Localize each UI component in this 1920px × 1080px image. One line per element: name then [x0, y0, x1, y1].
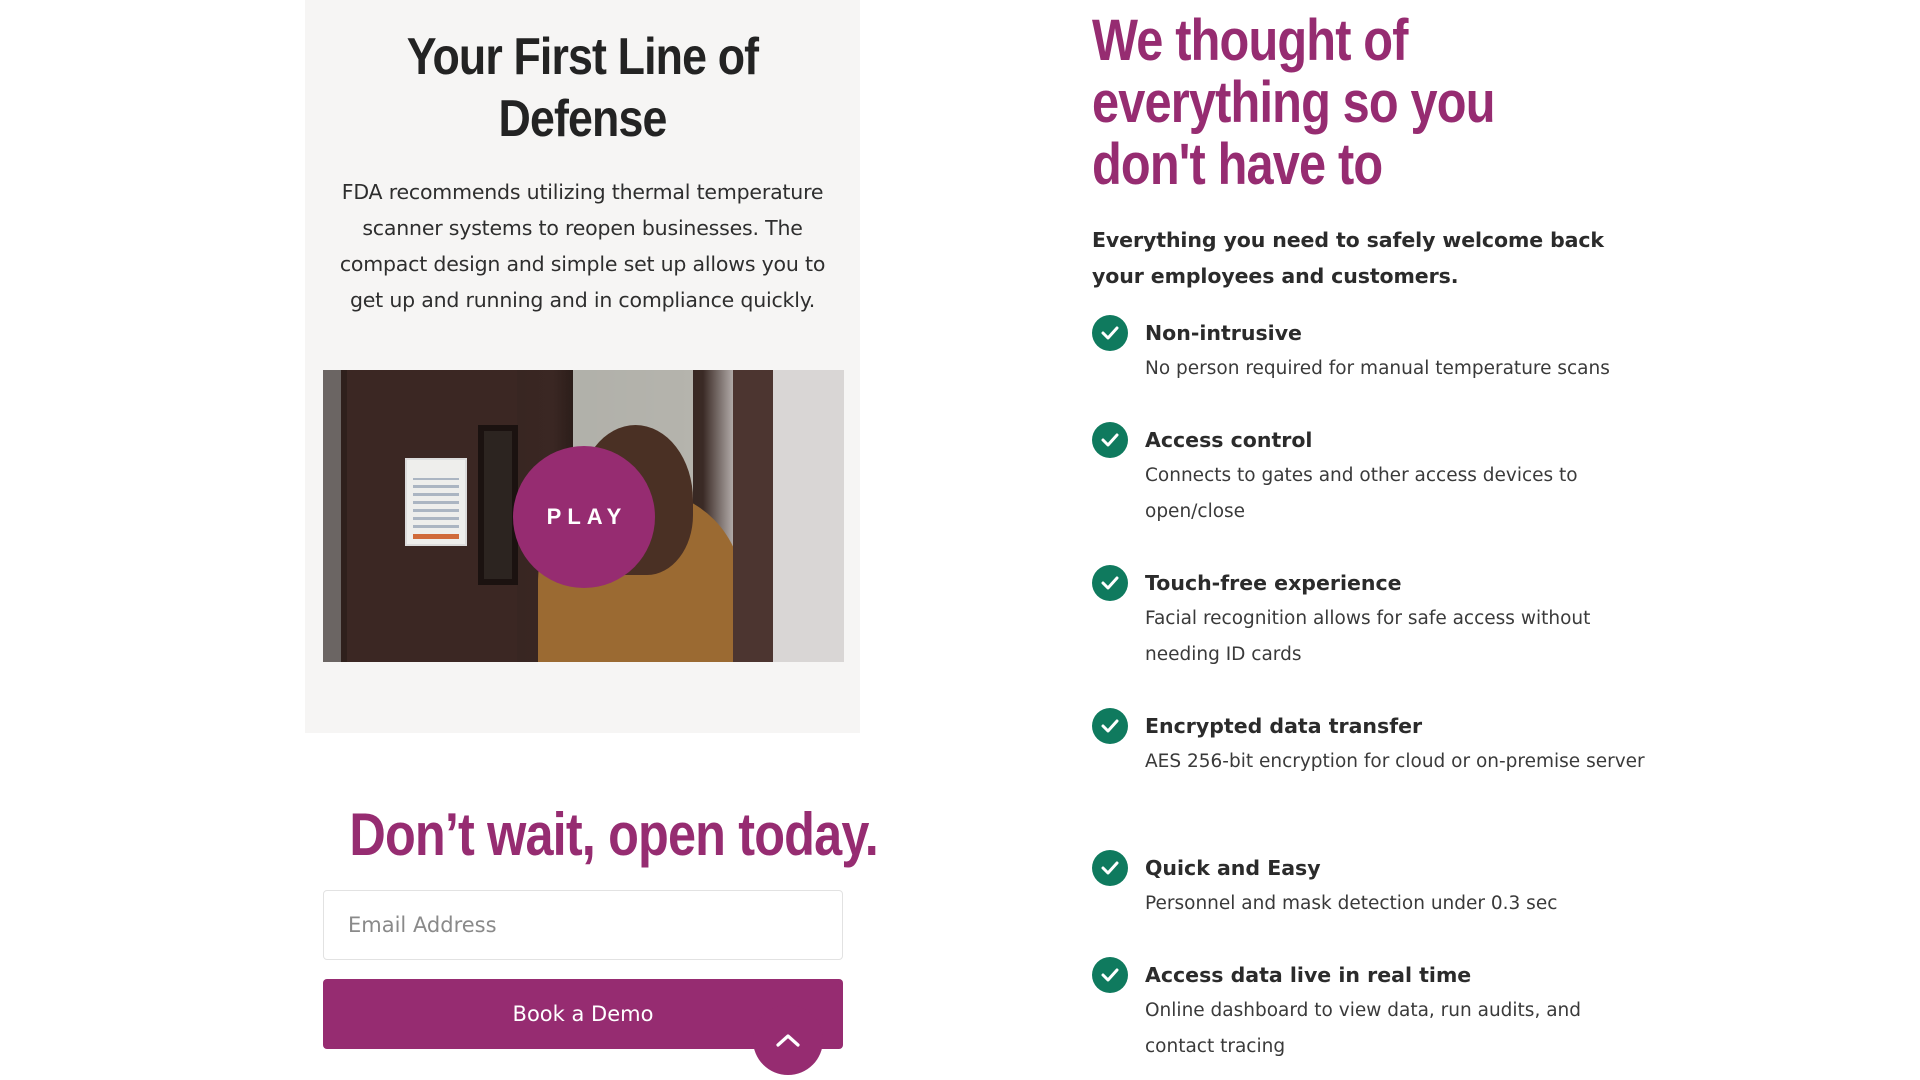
play-button[interactable]: PLAY: [513, 446, 655, 588]
chevron-up-icon: [776, 1034, 800, 1047]
feature-title: Non-intrusive: [1145, 321, 1302, 345]
feature-title: Quick and Easy: [1145, 856, 1321, 880]
hero-card-title: Your First Line of Defense: [406, 28, 759, 148]
video-thumbnail-poster: [405, 458, 467, 546]
check-circle-icon: [1092, 565, 1128, 601]
feature-title: Access data live in real time: [1145, 963, 1472, 987]
features-heading: We thought of everything so you don't ha…: [1092, 8, 1495, 197]
feature-description: No person required for manual temperatur…: [1145, 358, 1610, 379]
check-circle-icon: [1092, 957, 1128, 993]
feature-description: Facial recognition allows for safe acces…: [1145, 608, 1591, 665]
check-circle-icon: [1092, 422, 1128, 458]
video-thumbnail-door-frame: [733, 370, 773, 662]
feature-title: Encrypted data transfer: [1145, 714, 1423, 738]
feature-description: Online dashboard to view data, run audit…: [1145, 1000, 1582, 1057]
hero-card: Your First Line of Defense FDA recommend…: [305, 0, 860, 733]
feature-description: Personnel and mask detection under 0.3 s…: [1145, 893, 1558, 914]
cta-heading: Don’t wait, open today.: [349, 801, 878, 868]
check-circle-icon: [1092, 708, 1128, 744]
scroll-to-top-button[interactable]: [753, 1005, 823, 1075]
features-subheading: Everything you need to safely welcome ba…: [1092, 228, 1604, 288]
hero-card-description: FDA recommends utilizing thermal tempera…: [339, 180, 826, 312]
check-circle-icon: [1092, 315, 1128, 351]
check-circle-icon: [1092, 850, 1128, 886]
feature-title: Access control: [1145, 428, 1313, 452]
video-thumbnail-window: [478, 425, 518, 585]
feature-title: Touch-free experience: [1145, 571, 1402, 595]
feature-description: AES 256-bit encryption for cloud or on-p…: [1145, 751, 1645, 772]
feature-description: Connects to gates and other access devic…: [1145, 465, 1578, 522]
video-thumbnail-wall: [773, 370, 844, 662]
video-player[interactable]: PLAY: [323, 370, 844, 662]
email-field[interactable]: [323, 890, 843, 960]
